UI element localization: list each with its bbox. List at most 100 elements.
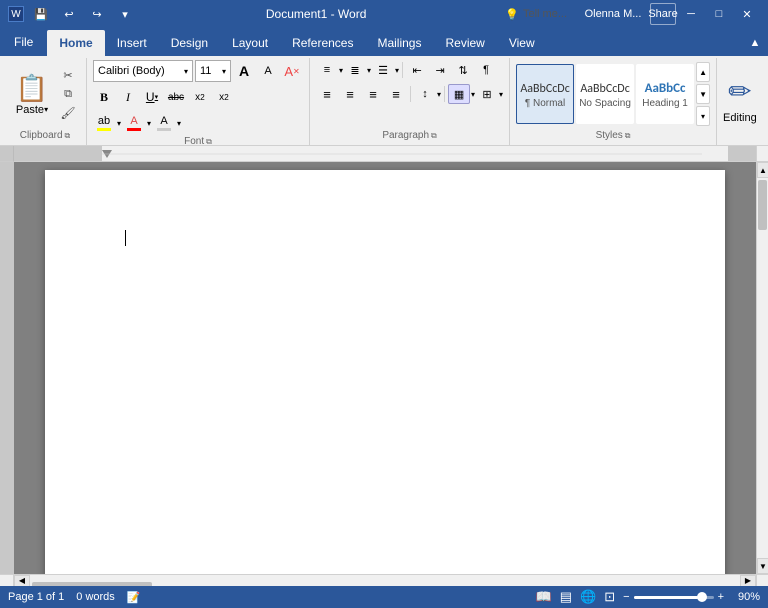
font-name-dropdown[interactable]: Calibri (Body) ▾ [93,60,193,82]
share-button[interactable]: Share [650,3,676,25]
align-center-button[interactable]: ≡ [339,84,361,104]
align-left-button[interactable]: ≡ [316,84,338,104]
ribbon-collapse-button[interactable]: ▲ [742,32,768,54]
tab-home[interactable]: Home [47,30,104,56]
show-hide-button[interactable]: ¶ [475,60,497,80]
strikethrough-button[interactable]: abc [165,86,187,108]
qat-overflow-button[interactable]: ▾ [114,4,136,24]
scroll-down-button[interactable]: ▼ [757,558,768,574]
tab-design[interactable]: Design [159,30,220,56]
text-highlight-button[interactable]: ab [93,112,115,134]
shading-para-dropdown-icon[interactable]: ▾ [471,90,475,99]
paste-button[interactable]: 📋 Paste ▾ [10,64,54,124]
tab-review[interactable]: Review [433,30,496,56]
align-right-button[interactable]: ≡ [362,84,384,104]
format-painter-button[interactable]: 🖌 [56,104,80,122]
scroll-left-button[interactable]: ◀ [14,575,30,587]
styles-scroll-up-button[interactable]: ▲ [696,62,710,82]
copy-button[interactable]: ⧉ [56,85,80,103]
line-spacing-button[interactable]: ↕ [414,84,436,104]
font-color-dropdown-icon[interactable]: ▾ [147,119,151,128]
maximize-button[interactable]: □ [706,3,732,25]
zoom-out-icon[interactable]: − [623,591,629,603]
scroll-right-button[interactable]: ▶ [740,575,756,587]
style-heading1[interactable]: AaBbCc Heading 1 [636,64,694,124]
paragraph-group: ≡ ▾ ≣ ▾ ☰ ▾ ⇤ ⇥ ⇅ ¶ ≡ ≡ ≡ ≡ ↕ ▾ [310,58,510,145]
language-indicator[interactable]: 📝 [127,591,141,604]
paragraph-expand-icon[interactable]: ⧉ [431,131,437,141]
font-row1: Calibri (Body) ▾ 11 ▾ A A A✕ [93,60,303,82]
read-mode-button[interactable]: 📖 [536,589,552,605]
clipboard-expand-icon[interactable]: ⧉ [65,131,71,141]
styles-expand-icon[interactable]: ⧉ [625,131,631,141]
zoom-level[interactable]: 90% [732,591,760,603]
cut-button[interactable]: ✂ [56,66,80,84]
numbering-dropdown-icon[interactable]: ▾ [367,66,371,75]
font-row2: B I U ▾ abc x2 x2 [93,86,235,108]
user-account-button[interactable]: Olenna M... [578,3,648,25]
document-page[interactable] [45,170,725,574]
borders-dropdown-icon[interactable]: ▾ [499,90,503,99]
word-count[interactable]: 0 words [76,591,115,603]
bullets-button[interactable]: ≡ [316,60,338,80]
shading-button[interactable]: A [153,112,175,134]
shading-para-button[interactable]: ▦ [448,84,470,104]
sort-button[interactable]: ⇅ [452,60,474,80]
zoom-track[interactable] [634,596,714,599]
bold-button[interactable]: B [93,86,115,108]
shading-dropdown-icon[interactable]: ▾ [177,119,181,128]
editing-icon[interactable]: ✏ [728,75,751,108]
font-color-bar [127,128,141,131]
font-expand-icon[interactable]: ⧉ [206,137,212,147]
decrease-font-size-button[interactable]: A [257,60,279,82]
zoom-thumb[interactable] [697,592,707,602]
justify-button[interactable]: ≡ [385,84,407,104]
increase-font-size-button[interactable]: A [233,60,255,82]
subscript-button[interactable]: x2 [189,86,211,108]
italic-button[interactable]: I [117,86,139,108]
page-indicator[interactable]: Page 1 of 1 [8,591,64,603]
tab-layout[interactable]: Layout [220,30,280,56]
font-color-button[interactable]: A [123,112,145,134]
increase-indent-button[interactable]: ⇥ [429,60,451,80]
underline-button[interactable]: U ▾ [141,86,163,108]
tab-references[interactable]: References [280,30,365,56]
decrease-indent-button[interactable]: ⇤ [406,60,428,80]
close-button[interactable]: ✕ [734,3,760,25]
superscript-button[interactable]: x2 [213,86,235,108]
tell-me-search[interactable]: 💡 Tell me... [496,5,576,24]
scroll-thumb-vertical[interactable] [758,180,767,230]
style-no-spacing[interactable]: AaBbCcDc No Spacing [576,64,634,124]
tab-view[interactable]: View [497,30,547,56]
line-spacing-dropdown-icon[interactable]: ▾ [437,90,441,99]
font-size-dropdown[interactable]: 11 ▾ [195,60,231,82]
numbering-button[interactable]: ≣ [344,60,366,80]
styles-expand-button[interactable]: ▾ [696,106,710,126]
zoom-in-icon[interactable]: + [718,591,724,603]
redo-button[interactable]: ↪ [86,4,108,24]
zoom-slider[interactable]: − + [623,591,724,603]
web-layout-button[interactable]: 🌐 [580,589,596,605]
style-normal-label: ¶ Normal [525,98,565,109]
ribbon: 📋 Paste ▾ ✂ ⧉ 🖌 Clipboard ⧉ [0,56,768,146]
borders-button[interactable]: ⊞ [476,84,498,104]
save-button[interactable]: 💾 [30,4,52,24]
clear-formatting-button[interactable]: A✕ [281,60,303,82]
scroll-up-button[interactable]: ▲ [757,162,768,178]
undo-button[interactable]: ↩ [58,4,80,24]
styles-scroll-down-button[interactable]: ▼ [696,84,710,104]
bullets-dropdown-icon[interactable]: ▾ [339,66,343,75]
tab-mailings[interactable]: Mailings [365,30,433,56]
multilevel-list-button[interactable]: ☰ [372,60,394,80]
focus-button[interactable]: ⊡ [604,589,615,605]
word-app-icon: W [8,6,24,22]
highlight-dropdown-icon[interactable]: ▾ [117,119,121,128]
style-normal[interactable]: AaBbCcDc ¶ Normal [516,64,574,124]
horizontal-scrollbar: ◀ ▶ [14,574,756,586]
tab-file[interactable]: File [0,28,47,56]
tab-insert[interactable]: Insert [105,30,159,56]
document-scroll-area[interactable] [14,162,756,574]
print-layout-button[interactable]: ▤ [560,589,572,605]
minimize-button[interactable]: ─ [678,3,704,25]
multilevel-dropdown-icon[interactable]: ▾ [395,66,399,75]
